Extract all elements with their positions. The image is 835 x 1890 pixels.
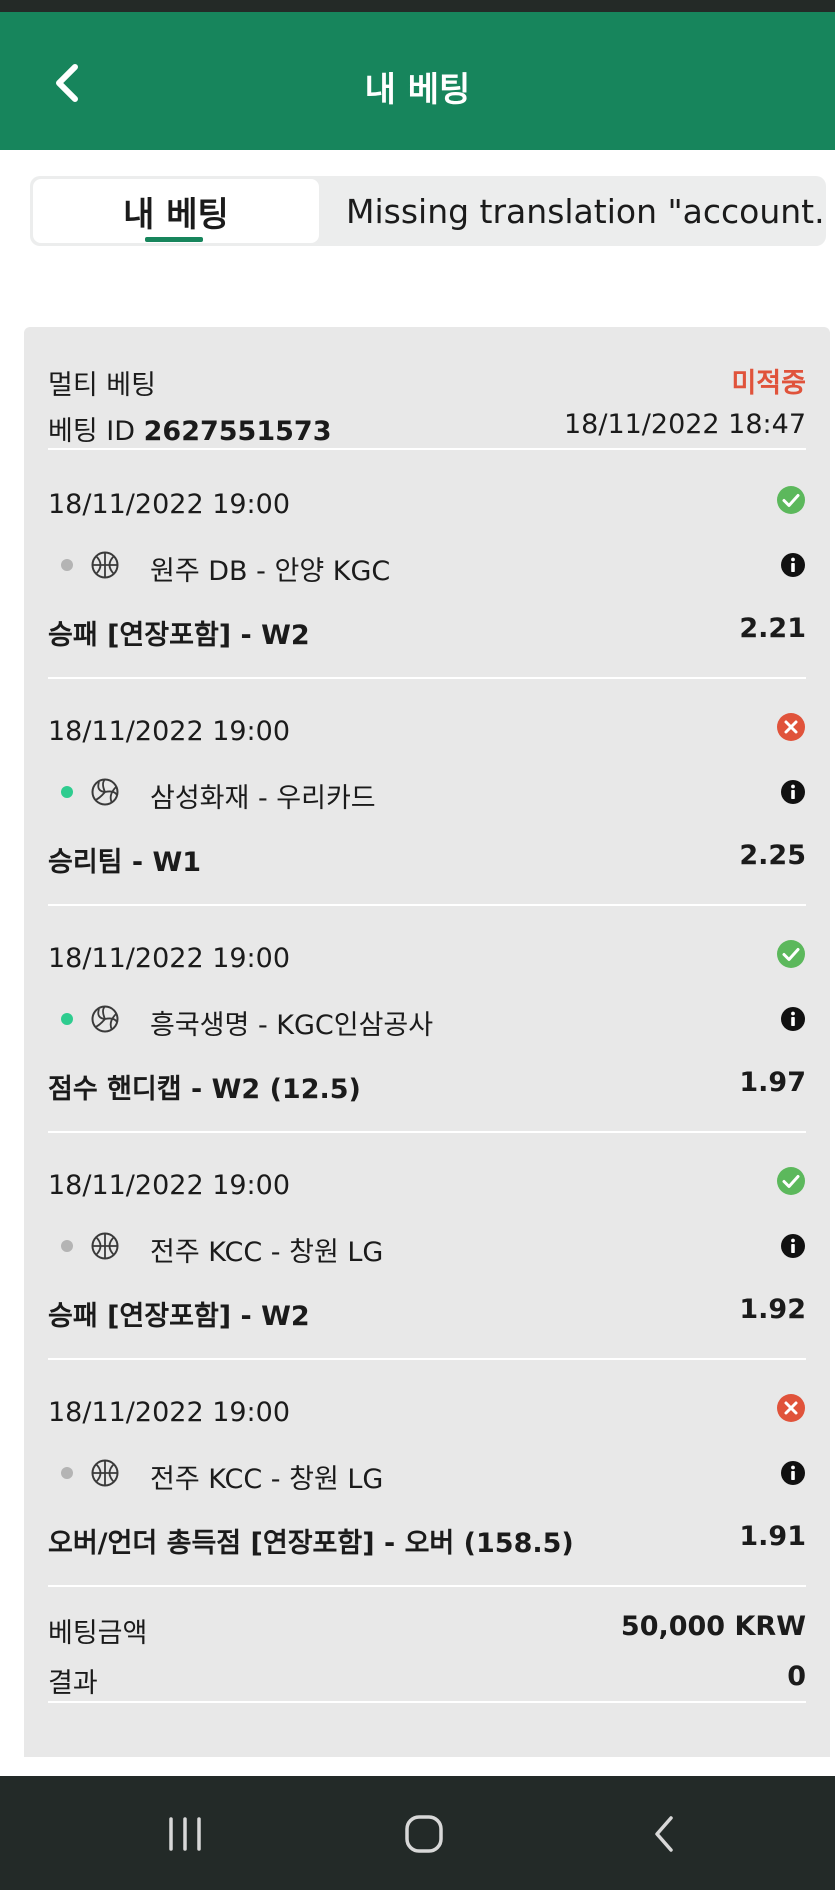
status-dot (61, 1467, 73, 1479)
tab-bar: 내 베팅 Missing translation "account.be (30, 176, 826, 246)
page-title: 내 베팅 (364, 70, 471, 110)
tab-my-bets[interactable]: 내 베팅 (33, 179, 319, 243)
event-teams: 삼성화재 - 우리카드 (150, 783, 376, 814)
event-market: 승패 [연장포함] - W2 (48, 1301, 310, 1332)
event-market: 승패 [연장포함] - W2 (48, 620, 310, 651)
event-divider (48, 1358, 806, 1360)
bet-id-value: 2627551573 (143, 416, 332, 447)
event-date: 18/11/2022 19:00 (48, 1170, 291, 1201)
event-teams: 전주 KCC - 창원 LG (150, 1237, 384, 1268)
status-bar (0, 0, 835, 12)
back-icon (655, 1816, 673, 1852)
bet-id-row: 베팅 ID 2627551573 (48, 409, 332, 448)
event-odds: 2.21 (739, 613, 806, 644)
bet-card: 멀티 베팅 미적중 베팅 ID 2627551573 18/11/2022 18… (24, 327, 830, 1757)
event-date: 18/11/2022 19:00 (48, 943, 291, 974)
stake-value: 50,000 KRW (620, 1611, 806, 1642)
basketball-icon (90, 1231, 120, 1261)
info-icon[interactable] (780, 552, 806, 578)
event-market: 승리팀 - W1 (48, 847, 202, 878)
event-market: 오버/언더 총득점 [연장포함] - 오버 (158.5) (48, 1528, 574, 1559)
event-odds: 2.25 (739, 840, 806, 871)
status-dot (61, 1240, 73, 1252)
event-odds: 1.97 (739, 1067, 806, 1098)
header-divider (48, 448, 806, 450)
event-row: 18/11/2022 19:00 원주 DB - 안양 KGC 승패 [연장포함] … (24, 463, 830, 690)
event-row: 18/11/2022 19:00 흥국생명 - KGC인삼공사점수 핸디캡 - W… (24, 917, 830, 1144)
app-header: 내 베팅 (0, 12, 835, 150)
event-teams: 원주 DB - 안양 KGC (150, 556, 391, 587)
footer-divider (48, 1701, 806, 1703)
event-date: 18/11/2022 19:00 (48, 489, 291, 520)
live-indicator-dot (61, 786, 73, 798)
won-check-icon (776, 1166, 806, 1196)
event-divider (48, 677, 806, 679)
tab-my-bets-label: 내 베팅 (123, 194, 229, 235)
event-odds: 1.91 (739, 1521, 806, 1552)
stake-label: 베팅금액 (48, 1618, 148, 1649)
lost-cross-icon (776, 1393, 806, 1423)
live-indicator-dot (61, 1013, 73, 1025)
status-badge: 미적중 (731, 368, 806, 399)
bet-type: 멀티 베팅 (48, 370, 156, 401)
info-icon[interactable] (780, 779, 806, 805)
event-teams: 흥국생명 - KGC인삼공사 (150, 1010, 434, 1041)
bet-datetime: 18/11/2022 18:47 (563, 409, 806, 440)
tab-active-indicator (145, 237, 203, 242)
event-divider (48, 904, 806, 906)
volleyball-icon (90, 777, 120, 807)
event-teams: 전주 KCC - 창원 LG (150, 1464, 384, 1495)
tab-account-bets[interactable]: Missing translation "account.be (346, 176, 826, 246)
status-dot (61, 559, 73, 571)
home-icon (405, 1815, 443, 1853)
event-divider (48, 1131, 806, 1133)
system-nav-bar (0, 1776, 835, 1890)
event-date: 18/11/2022 19:00 (48, 1397, 291, 1428)
won-check-icon (776, 485, 806, 515)
volleyball-icon (90, 1004, 120, 1034)
info-icon[interactable] (780, 1006, 806, 1032)
info-icon[interactable] (780, 1233, 806, 1259)
result-value: 0 (787, 1661, 806, 1692)
basketball-icon (90, 550, 120, 580)
won-check-icon (776, 939, 806, 969)
result-label: 결과 (48, 1668, 98, 1699)
tab-account-bets-label: Missing translation "account.be (346, 191, 826, 231)
event-divider (48, 1585, 806, 1587)
recent-apps-button[interactable] (155, 1806, 215, 1862)
basketball-icon (90, 1458, 120, 1488)
lost-cross-icon (776, 712, 806, 742)
nav-back-button[interactable] (634, 1806, 694, 1862)
event-odds: 1.92 (739, 1294, 806, 1325)
event-row: 18/11/2022 19:00 전주 KCC - 창원 LG 승패 [연장포함] … (24, 1144, 830, 1371)
info-icon[interactable] (780, 1460, 806, 1486)
event-row: 18/11/2022 19:00 삼성화재 - 우리카드승리팀 - W1 2.25 (24, 690, 830, 917)
bet-id-label: 베팅 ID (48, 416, 136, 447)
event-row: 18/11/2022 19:00 전주 KCC - 창원 LG 오버/언더 총득점 … (24, 1371, 830, 1598)
event-market: 점수 핸디캡 - W2 (12.5) (48, 1074, 361, 1105)
recent-apps-icon (169, 1817, 201, 1851)
event-date: 18/11/2022 19:00 (48, 716, 291, 747)
home-button[interactable] (394, 1806, 454, 1862)
